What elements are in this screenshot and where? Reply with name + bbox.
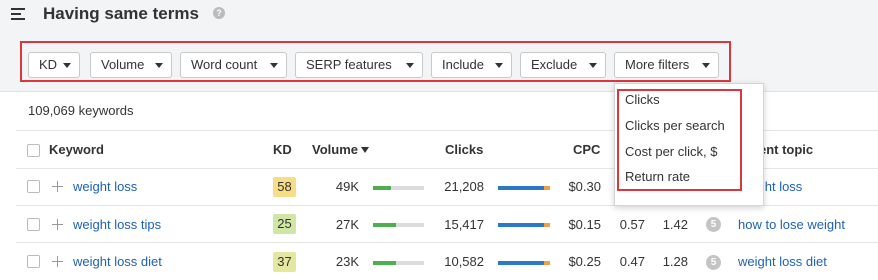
column-header-clicks[interactable]: Clicks	[445, 142, 483, 157]
cps-value: 0.57	[619, 217, 645, 232]
page-title: Having same terms	[43, 4, 199, 23]
cps-value: 0.47	[619, 254, 645, 269]
parent-topic-link[interactable]: how to lose weight	[738, 217, 845, 232]
menu-item-return-rate[interactable]: Return rate	[625, 169, 690, 184]
filter-volume-button[interactable]: Volume	[90, 52, 172, 78]
filter-label: Exclude	[531, 57, 578, 72]
menu-item-cost-per-click[interactable]: Cost per click, $	[625, 144, 717, 159]
keyword-count: 109,069 keywords	[28, 103, 134, 118]
menu-item-clicks[interactable]: Clicks	[625, 92, 660, 107]
keyword-link[interactable]: weight loss	[73, 179, 137, 194]
clicks-value: 21,208	[444, 179, 484, 194]
column-header-kd[interactable]: KD	[273, 142, 292, 157]
column-header-cpc[interactable]: CPC	[573, 142, 600, 157]
filter-serp-features-button[interactable]: SERP features	[295, 52, 423, 78]
kd-badge: 58	[273, 177, 296, 197]
column-header-volume[interactable]: Volume	[312, 142, 369, 157]
volume-bar	[373, 261, 424, 265]
caret-down-icon	[63, 63, 71, 68]
volume-bar	[373, 223, 424, 227]
row-checkbox[interactable]	[27, 255, 40, 268]
volume-value: 27K	[335, 217, 359, 232]
filter-label: KD	[39, 57, 58, 72]
keyword-link[interactable]: weight loss tips	[73, 217, 161, 232]
plus-icon[interactable]	[52, 181, 63, 192]
rr-value: 1.42	[662, 217, 688, 232]
filter-label: Volume	[101, 57, 145, 72]
clicks-value: 15,417	[444, 217, 484, 232]
clicks-bar	[498, 186, 550, 190]
volume-value: 23K	[335, 254, 359, 269]
plus-icon[interactable]	[52, 219, 63, 230]
column-header-label: Volume	[312, 142, 358, 157]
help-circle-icon[interactable]: ?	[213, 7, 225, 19]
filter-word-count-button[interactable]: Word count	[180, 52, 287, 78]
cpc-value: $0.25	[568, 254, 601, 269]
parent-topic-link[interactable]: weight loss diet	[738, 254, 827, 269]
sort-down-icon	[361, 147, 369, 153]
cpc-value: $0.30	[568, 179, 601, 194]
volume-value: 49K	[335, 179, 359, 194]
select-all-checkbox[interactable]	[27, 144, 40, 157]
caret-down-icon	[406, 63, 414, 68]
rr-value: 1.28	[662, 254, 688, 269]
filter-label: Include	[442, 57, 484, 72]
row-checkbox[interactable]	[27, 180, 40, 193]
row-checkbox[interactable]	[27, 218, 40, 231]
clicks-bar	[498, 261, 550, 265]
serp-features-badge[interactable]: 5	[706, 255, 721, 270]
cpc-value: $0.15	[568, 217, 601, 232]
kd-badge: 25	[273, 214, 296, 234]
caret-down-icon	[270, 63, 278, 68]
filter-kd-button[interactable]: KD	[28, 52, 80, 78]
kd-badge: 37	[273, 252, 296, 272]
divider	[16, 242, 878, 243]
hamburger-icon[interactable]	[11, 8, 27, 22]
caret-down-icon	[155, 63, 163, 68]
plus-icon[interactable]	[52, 256, 63, 267]
filter-label: SERP features	[306, 57, 392, 72]
caret-down-icon	[589, 63, 597, 68]
more-filters-dropdown: Clicks Clicks per search Cost per click,…	[614, 83, 764, 206]
serp-features-badge[interactable]: 5	[706, 217, 721, 232]
keyword-link[interactable]: weight loss diet	[73, 254, 162, 269]
filter-include-button[interactable]: Include	[431, 52, 512, 78]
volume-bar	[373, 186, 424, 190]
caret-down-icon	[495, 63, 503, 68]
clicks-value: 10,582	[444, 254, 484, 269]
filter-more-filters-button[interactable]: More filters	[614, 52, 719, 78]
menu-item-clicks-per-search[interactable]: Clicks per search	[625, 118, 725, 133]
filter-exclude-button[interactable]: Exclude	[520, 52, 606, 78]
caret-down-icon	[702, 63, 710, 68]
title-bar: Having same terms ?	[0, 0, 878, 38]
clicks-bar	[498, 223, 550, 227]
filter-label: Word count	[191, 57, 258, 72]
column-header-keyword[interactable]: Keyword	[49, 142, 104, 157]
filter-label: More filters	[625, 57, 690, 72]
